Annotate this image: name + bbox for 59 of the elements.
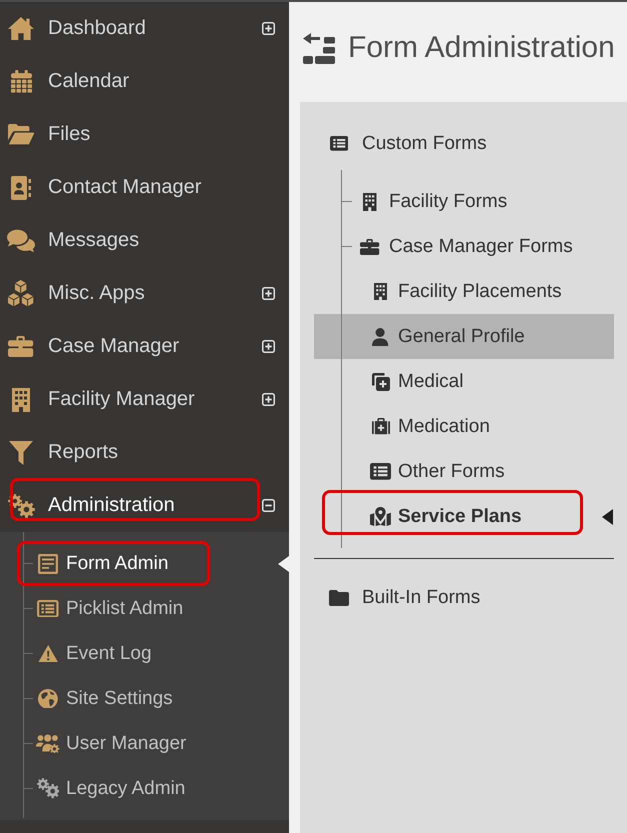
folder-icon — [329, 590, 349, 606]
globe-icon — [38, 688, 58, 708]
briefcase-icon — [8, 336, 34, 357]
list-icon — [370, 463, 391, 480]
nav-item[interactable]: Dashboard — [0, 2, 146, 55]
tree-item[interactable]: Case Manager Forms — [314, 224, 614, 269]
house-icon — [8, 16, 34, 40]
building-icon — [363, 192, 377, 210]
submenu-item[interactable]: Form Admin — [36, 541, 168, 586]
filter-icon — [9, 440, 33, 464]
submenu-item[interactable]: Picklist Admin — [36, 586, 184, 631]
tree-item[interactable]: General Profile — [314, 314, 614, 359]
form-icon — [38, 554, 58, 574]
nav-item[interactable]: Reports — [0, 426, 118, 479]
building-icon — [374, 282, 387, 300]
gears-icon — [36, 778, 60, 799]
submenu-item[interactable]: User Manager — [36, 721, 186, 766]
expand-icon[interactable] — [262, 287, 275, 300]
copy-plus-icon — [372, 372, 390, 390]
tree-item[interactable]: Built-In Forms — [314, 575, 614, 620]
nav-item[interactable]: Calendar — [0, 55, 130, 108]
list-icon — [37, 600, 59, 618]
expand-icon[interactable] — [262, 22, 275, 35]
page-title: Form Administration — [348, 31, 615, 65]
tree-item[interactable]: Facility Placements — [314, 269, 614, 314]
nav-item[interactable]: Misc. Apps — [0, 267, 145, 320]
tree-item[interactable]: Medical — [314, 359, 614, 404]
gears-icon — [8, 494, 34, 518]
building-icon — [12, 388, 30, 412]
medkit-icon — [372, 418, 390, 435]
nav-item[interactable]: Messages — [0, 214, 140, 267]
nav-item[interactable]: Case Manager — [0, 320, 180, 373]
cubes-icon — [8, 280, 34, 307]
expand-icon[interactable] — [262, 393, 275, 406]
tree-item[interactable]: Service Plans — [314, 494, 614, 539]
submenu-item[interactable]: Site Settings — [36, 676, 173, 721]
submenu-item[interactable]: Event Log — [36, 631, 152, 676]
warning-icon — [38, 644, 58, 662]
tree-item[interactable]: Custom Forms — [314, 121, 614, 166]
tree-item[interactable]: Medication — [314, 404, 614, 449]
briefcase-icon — [360, 238, 380, 254]
map-marker-icon — [370, 507, 391, 526]
submenu-item[interactable]: Legacy Admin — [36, 766, 186, 811]
nav-item[interactable]: Administration — [0, 479, 175, 532]
folder-icon — [8, 124, 34, 145]
collapse-icon[interactable] — [262, 499, 275, 512]
nav-item[interactable]: Facility Manager — [0, 373, 195, 426]
address-book-icon — [11, 176, 31, 200]
arrow-blocks-icon — [303, 32, 335, 64]
tree-item[interactable]: Other Forms — [314, 449, 614, 494]
nav-item[interactable]: Contact Manager — [0, 161, 202, 214]
nav-item[interactable]: Files — [0, 108, 90, 161]
person-icon — [372, 328, 389, 346]
tree-item[interactable]: Facility Forms — [314, 179, 614, 224]
chat-bubbles-icon — [7, 228, 35, 252]
calendar-icon — [10, 70, 32, 94]
users-gear-icon — [36, 734, 60, 754]
list-icon — [330, 136, 348, 151]
expand-icon[interactable] — [262, 340, 275, 353]
